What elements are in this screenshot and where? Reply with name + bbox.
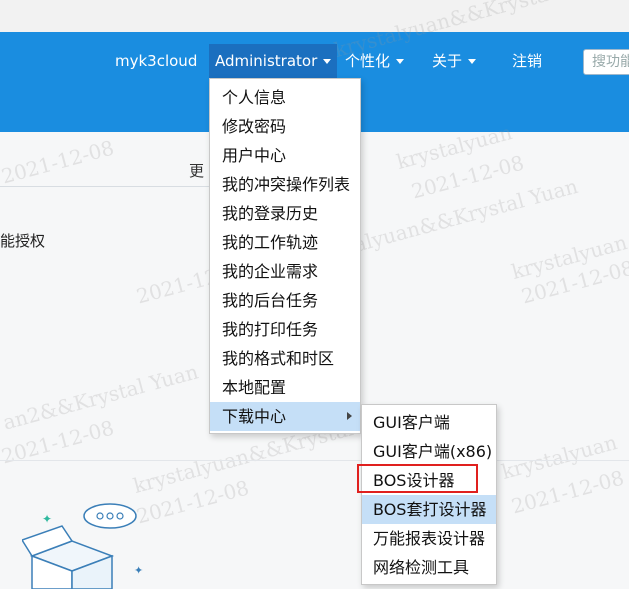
nav-user-link[interactable]: myk3cloud [115,44,197,78]
submenu-item-report-designer[interactable]: 万能报表设计器 [362,524,496,553]
menu-item-download-center[interactable]: 下载中心 [210,402,360,431]
nav-about-menu[interactable]: 关于 [432,44,477,78]
chevron-down-icon [396,59,405,64]
menu-item-local-config[interactable]: 本地配置 [210,373,360,402]
divider [0,460,629,461]
menu-item-format-timezone[interactable]: 我的格式和时区 [210,344,360,373]
nav-about-label: 关于 [432,52,463,70]
administrator-dropdown-menu: 个人信息 修改密码 用户中心 我的冲突操作列表 我的登录历史 我的工作轨迹 我的… [209,78,361,434]
submenu-item-bos-print-designer[interactable]: BOS套打设计器 [362,495,496,524]
nav-administrator-menu[interactable]: Administrator [209,44,338,78]
chevron-down-icon [323,59,332,64]
more-link[interactable]: 更 [189,160,204,181]
submenu-item-gui-client-x86[interactable]: GUI客户端(x86) [362,437,496,466]
menu-item-print-tasks[interactable]: 我的打印任务 [210,315,360,344]
download-center-submenu: GUI客户端 GUI客户端(x86) BOS设计器 BOS套打设计器 万能报表设… [361,404,497,585]
search-input[interactable]: 搜功能 [583,49,629,75]
menu-item-login-history[interactable]: 我的登录历史 [210,199,360,228]
nav-logout-link[interactable]: 注销 [512,44,542,78]
menu-item-background-tasks[interactable]: 我的后台任务 [210,286,360,315]
svg-text:✦: ✦ [42,512,52,526]
divider [0,186,210,187]
function-authorization-text: 能授权 [0,232,46,250]
chevron-right-icon [347,412,352,420]
svg-text:✦: ✦ [134,564,143,577]
nav-administrator-label: Administrator [215,52,318,70]
menu-item-conflict-operations[interactable]: 我的冲突操作列表 [210,170,360,199]
submenu-item-bos-designer[interactable]: BOS设计器 [362,466,496,495]
menu-item-download-center-label: 下载中心 [222,407,287,426]
empty-box-illustration: ✦ ✦ [22,503,143,589]
nav-personalize-label: 个性化 [345,52,391,70]
menu-item-personal-info[interactable]: 个人信息 [210,83,360,112]
nav-personalize-menu[interactable]: 个性化 [345,44,405,78]
chevron-down-icon [468,59,477,64]
menu-item-enterprise-requirements[interactable]: 我的企业需求 [210,257,360,286]
submenu-item-gui-client[interactable]: GUI客户端 [362,408,496,437]
menu-item-work-trail[interactable]: 我的工作轨迹 [210,228,360,257]
submenu-item-network-test-tool[interactable]: 网络检测工具 [362,553,496,582]
menu-item-change-password[interactable]: 修改密码 [210,112,360,141]
browser-top-strip [0,0,629,32]
menu-item-user-center[interactable]: 用户中心 [210,141,360,170]
